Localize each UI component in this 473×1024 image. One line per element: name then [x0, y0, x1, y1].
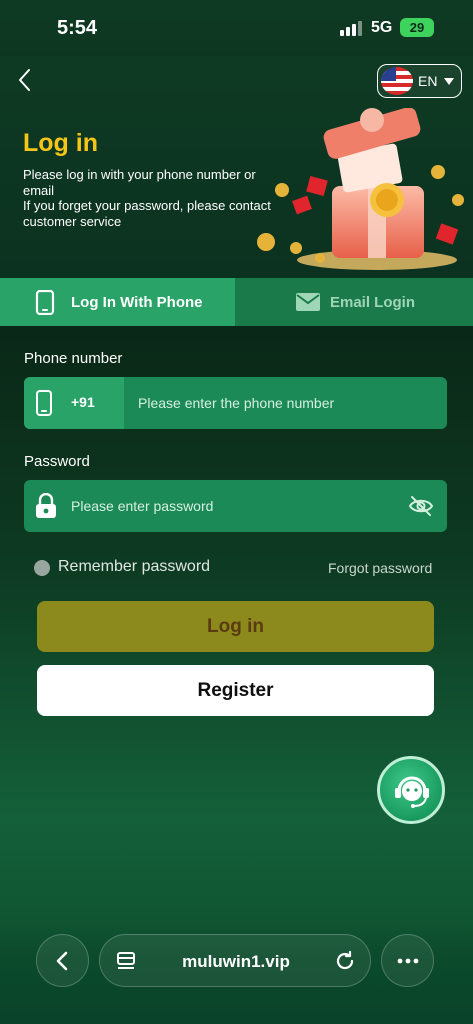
gift-box-illustration	[257, 108, 464, 270]
browser-back-button[interactable]	[36, 934, 89, 987]
chevron-left-icon	[56, 951, 68, 971]
language-label: EN	[418, 73, 438, 89]
remember-radio[interactable]	[34, 560, 50, 576]
password-input[interactable]	[71, 496, 391, 516]
page-title: Log in	[23, 129, 98, 157]
intro-line-2: If you forget your password, please cont…	[23, 198, 271, 229]
eye-off-icon[interactable]	[408, 494, 434, 518]
remember-password-label: Remember password	[58, 558, 211, 575]
login-tabs: Log In With Phone Email Login	[0, 278, 473, 326]
forgot-password-link[interactable]: Forgot password	[328, 560, 432, 576]
reload-icon[interactable]	[334, 950, 356, 972]
phone-icon	[36, 390, 52, 416]
tab-phone-login[interactable]: Log In With Phone	[0, 278, 235, 326]
tab-email-label: Email Login	[330, 294, 416, 311]
tab-email-login[interactable]: Email Login	[235, 278, 473, 326]
customer-service-button[interactable]	[377, 756, 445, 824]
address-bar[interactable]: muluwin1.vip	[99, 934, 371, 987]
browser-toolbar: muluwin1.vip	[0, 920, 473, 1024]
more-options-button[interactable]	[381, 934, 434, 987]
battery-icon: 29	[400, 18, 434, 37]
battery-level: 29	[409, 20, 425, 35]
phone-input[interactable]	[138, 393, 433, 413]
headset-icon	[395, 776, 429, 808]
login-page: 5:54 5G 29 EN Log in Please log in with …	[0, 0, 473, 1024]
signal-icon	[340, 20, 364, 36]
phone-number-label: Phone number	[24, 350, 123, 367]
caret-down-icon	[444, 78, 454, 85]
us-flag-icon	[381, 67, 413, 95]
login-button[interactable]: Log in	[37, 601, 434, 652]
network-label: 5G	[371, 19, 393, 36]
more-icon	[397, 958, 419, 964]
back-button[interactable]	[12, 66, 38, 96]
lock-icon	[36, 493, 56, 518]
status-time: 5:54	[57, 17, 98, 39]
intro-text: Please log in with your phone number or …	[23, 167, 283, 229]
phone-field: +91	[24, 377, 447, 429]
intro-line-1: Please log in with your phone number or …	[23, 167, 256, 198]
language-selector[interactable]: EN	[377, 64, 462, 98]
chevron-left-icon	[19, 69, 30, 91]
tab-phone-label: Log In With Phone	[71, 294, 203, 311]
status-bar: 5:54 5G 29	[0, 0, 473, 56]
password-label: Password	[24, 453, 90, 470]
url-text: muluwin1.vip	[182, 952, 290, 971]
country-code-selector[interactable]: +91	[24, 377, 124, 429]
register-button[interactable]: Register	[37, 665, 434, 716]
mail-icon	[296, 293, 320, 311]
country-code: +91	[71, 394, 95, 410]
password-field	[24, 480, 447, 532]
phone-icon	[35, 290, 55, 315]
header: EN Log in Please log in with your phone …	[0, 56, 473, 278]
